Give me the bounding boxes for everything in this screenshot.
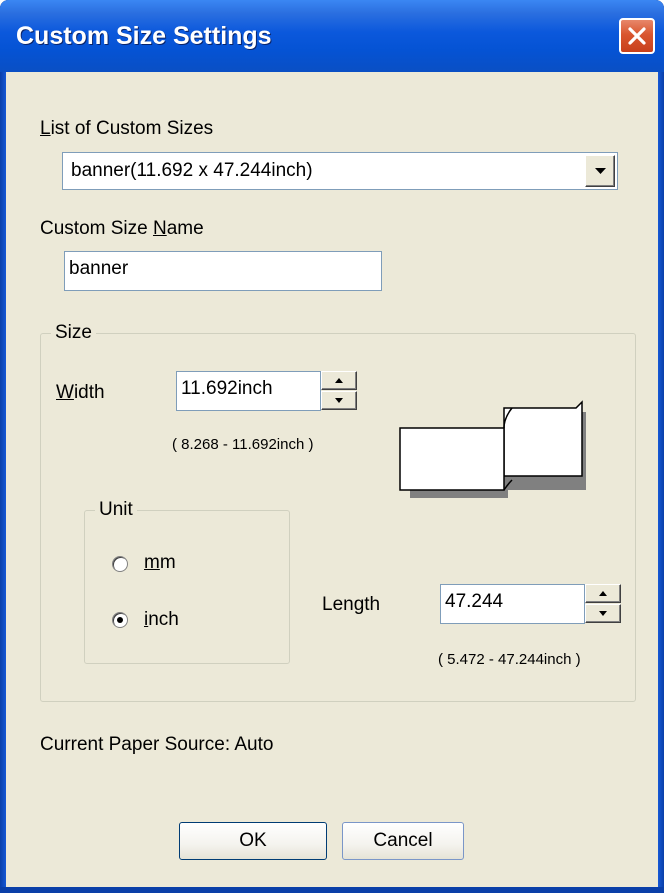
length-label: Length <box>322 594 380 616</box>
length-range: ( 5.472 - 47.244inch ) <box>438 651 581 668</box>
custom-size-name-input[interactable]: banner <box>64 251 382 291</box>
custom-size-name-value: banner <box>69 258 129 279</box>
current-paper-source: Current Paper Source: Auto <box>40 734 274 755</box>
spin-down-icon <box>335 398 343 403</box>
ok-button[interactable]: OK <box>179 822 327 860</box>
cancel-button[interactable]: Cancel <box>342 822 464 860</box>
radio-mm[interactable] <box>112 556 128 572</box>
title-bar[interactable]: Custom Size Settings <box>0 0 664 72</box>
label-text: ist of Custom Sizes <box>50 118 214 139</box>
list-of-custom-sizes-label: List of Custom Sizes <box>40 118 213 140</box>
label-text: m <box>159 552 176 573</box>
unit-group-legend: Unit <box>95 499 137 521</box>
length-value: 47.244 <box>445 591 504 612</box>
chevron-down-icon <box>595 168 606 174</box>
radio-mm-label[interactable]: mm <box>144 552 176 574</box>
width-spinner[interactable] <box>321 371 357 411</box>
dropdown-selected-value: banner(11.692 x 47.244inch) <box>71 160 313 181</box>
label-text: th <box>364 594 381 615</box>
spin-up-icon <box>335 378 343 383</box>
length-spin-down[interactable] <box>585 604 621 623</box>
window-border-bottom <box>0 887 664 893</box>
label-text: idth <box>73 382 105 403</box>
label-text: nch <box>148 609 179 630</box>
length-spinner[interactable] <box>585 584 621 624</box>
width-label: Width <box>56 382 105 404</box>
dialog-window: Custom Size Settings List of Custom Size… <box>0 0 664 893</box>
length-spin-up[interactable] <box>585 584 621 603</box>
spin-down-icon <box>599 611 607 616</box>
width-input[interactable]: 11.692inch <box>176 371 321 411</box>
radio-inch-label[interactable]: inch <box>144 609 179 631</box>
window-border-right <box>658 72 664 893</box>
size-group-legend: Size <box>51 322 96 344</box>
custom-size-name-label: Custom Size Name <box>40 218 204 240</box>
label-text: Custom Size <box>40 218 153 239</box>
width-spin-down[interactable] <box>321 391 357 410</box>
radio-inch[interactable] <box>112 612 128 628</box>
dropdown-arrow-button[interactable] <box>585 155 615 187</box>
mnemonic: N <box>152 218 167 239</box>
spin-up-icon <box>599 591 607 596</box>
mnemonic: g <box>353 594 365 615</box>
paper-illustration-icon <box>399 400 586 498</box>
width-spin-up[interactable] <box>321 371 357 390</box>
label-text: ame <box>166 218 204 239</box>
mnemonic: m <box>144 552 160 573</box>
dialog-title: Custom Size Settings <box>16 22 272 50</box>
length-input[interactable]: 47.244 <box>440 584 585 624</box>
mnemonic: L <box>40 118 51 139</box>
close-button[interactable] <box>619 18 655 54</box>
width-value: 11.692inch <box>181 378 273 399</box>
label-text: Len <box>322 594 354 615</box>
width-range: ( 8.268 - 11.692inch ) <box>172 436 314 453</box>
custom-sizes-dropdown[interactable]: banner(11.692 x 47.244inch) <box>62 152 618 190</box>
close-icon <box>628 27 646 45</box>
radio-selected-dot <box>117 617 123 623</box>
mnemonic: W <box>56 382 74 403</box>
unit-groupbox: Unit <box>84 499 290 664</box>
